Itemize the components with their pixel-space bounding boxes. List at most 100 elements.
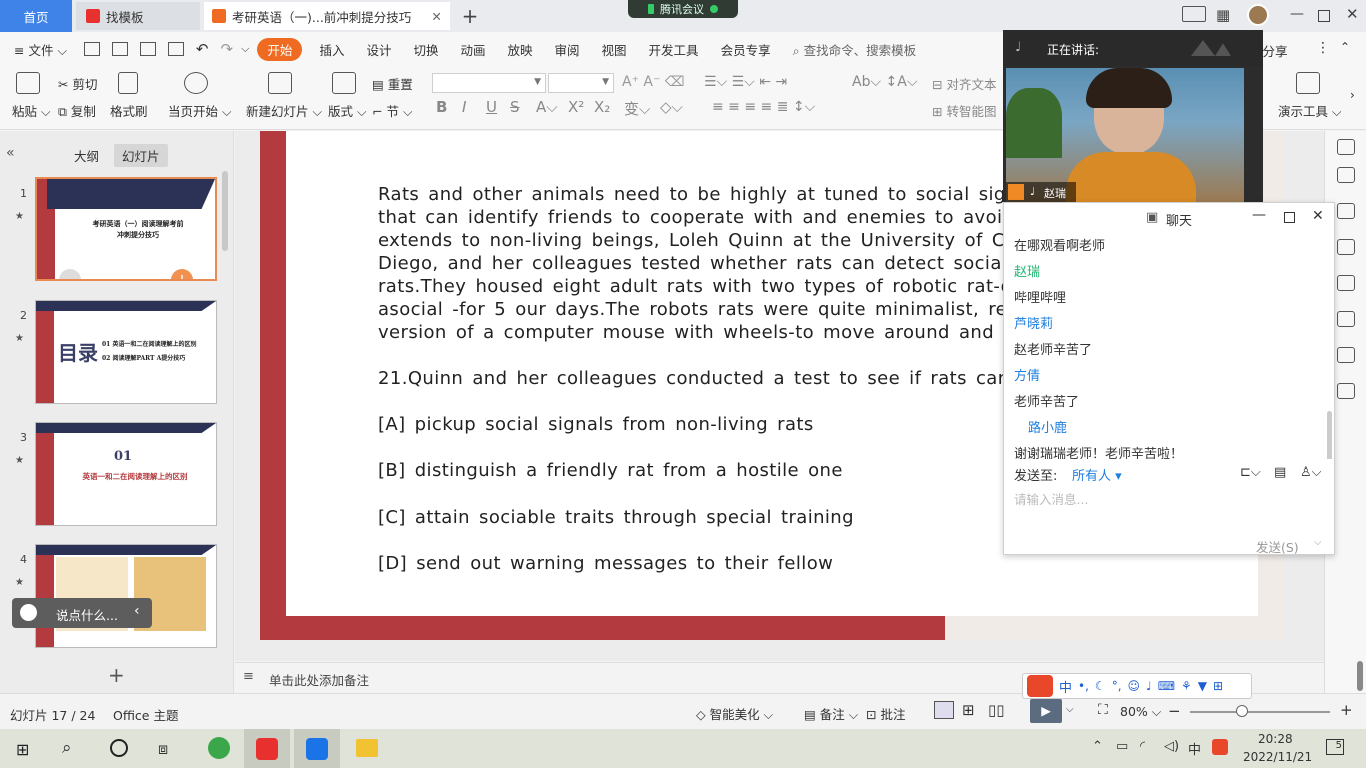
collapse-ribbon-icon[interactable]: ⌃ (1340, 40, 1350, 54)
notification-icon[interactable]: 5 (1326, 739, 1344, 755)
meeting-status-pill[interactable]: 腾讯会议 (628, 0, 738, 18)
tab-close-icon[interactable]: ✕ (431, 9, 441, 24)
cortana-icon[interactable] (110, 739, 128, 757)
speaker-video[interactable]: ♩ 赵瑞 (1006, 68, 1244, 202)
play-icon[interactable] (184, 72, 208, 94)
expand-icon[interactable] (1337, 139, 1355, 155)
chat-input[interactable]: 请输入消息... (1014, 489, 1088, 508)
chevron-down-icon[interactable]: ⌵ (1066, 704, 1074, 715)
text-direction-icon[interactable]: Ab⌵ ↕A⌵ (852, 74, 917, 90)
chat-scrollbar[interactable] (1327, 411, 1332, 459)
section-button[interactable]: ⌐ 节 ⌵ (372, 101, 412, 120)
menu-developer[interactable]: 开发工具 (638, 40, 710, 59)
redo-icon[interactable]: ↷ (221, 40, 234, 58)
slide-thumbnail[interactable] (35, 544, 217, 648)
superscript-icon[interactable]: X² (568, 98, 584, 116)
close-window-icon[interactable]: ✕ (1346, 5, 1359, 23)
announcement-icon[interactable]: ▤ (1274, 465, 1286, 480)
new-tab-button[interactable]: + (458, 2, 482, 30)
menu-review[interactable]: 审阅 (544, 40, 591, 59)
image-icon[interactable] (1337, 311, 1355, 327)
normal-view-icon[interactable] (934, 701, 954, 719)
format-painter-icon[interactable] (118, 72, 138, 94)
presentation-tools-icon[interactable] (1296, 72, 1320, 94)
font-family-dropdown[interactable]: ▼ (432, 73, 546, 93)
menu-insert[interactable]: 插入 (308, 40, 355, 59)
menu-slideshow[interactable]: 放映 (497, 40, 544, 59)
ime-chinese-mode[interactable]: 中 (1059, 677, 1072, 696)
new-slide-icon[interactable] (268, 72, 292, 94)
folder-icon[interactable]: ⊏⌵ (1240, 465, 1261, 480)
undo-icon[interactable]: ↶ (196, 40, 209, 58)
start-from-current-button[interactable]: 当页开始 ⌵ (168, 101, 231, 120)
smart-beautify-button[interactable]: ◇ 智能美化 ⌵ (696, 704, 773, 723)
font-size-dropdown[interactable]: ▼ (548, 73, 614, 93)
presentation-tools-button[interactable]: 演示工具 ⌵ (1278, 101, 1341, 120)
tab-document[interactable]: 考研英语（一)...前冲刺提分技巧 ✕ (204, 2, 450, 30)
send-to-dropdown[interactable]: 所有人 ▾ (1072, 465, 1122, 484)
ribbon-scroll-right-icon[interactable]: › (1350, 88, 1355, 102)
task-view-icon[interactable]: ⧈ (158, 739, 168, 759)
toolbox-icon[interactable]: ⚘ (1181, 679, 1192, 693)
tab-find-template[interactable]: 找模板 (76, 2, 200, 30)
collapse-panel-icon[interactable]: « (6, 145, 15, 161)
slide-sorter-icon[interactable]: ⊞ (962, 701, 975, 719)
network-icon[interactable]: ▭ (1116, 739, 1128, 754)
notes-toggle-button[interactable]: ▤ 备注 ⌵ (804, 704, 858, 723)
chevron-left-icon[interactable]: ‹ (134, 603, 140, 619)
align-left-icon[interactable]: ≡ ≡ ≡ ≡ ≣ ↕⌵ (712, 99, 815, 115)
send-button[interactable]: 发送(S) (1256, 537, 1299, 556)
reset-button[interactable]: ▤ 重置 (372, 74, 413, 93)
slide-thumbnail[interactable]: 01 英语一和二在阅读理解上的区别 (35, 422, 217, 526)
emoji-icon[interactable]: ☺ (1128, 679, 1141, 693)
keyboard-icon[interactable]: ⌨ (1158, 679, 1175, 693)
tab-outline[interactable]: 大纲 (74, 146, 99, 165)
tab-slides[interactable]: 幻灯片 (114, 144, 168, 167)
format-painter-button[interactable]: 格式刷 (110, 101, 148, 120)
avatar[interactable] (1247, 4, 1269, 26)
command-search[interactable]: ⌕ 查找命令、搜索模板 (782, 40, 928, 59)
zoom-in-icon[interactable]: + (1340, 701, 1353, 719)
book-icon[interactable] (1337, 383, 1355, 399)
search-icon[interactable]: ⌕ (62, 738, 72, 758)
menu-start[interactable]: 开始 (257, 37, 303, 61)
zoom-out-icon[interactable]: − (1168, 702, 1181, 720)
minimize-icon[interactable]: — (1252, 207, 1266, 223)
new-slide-button[interactable]: 新建幻灯片 ⌵ (246, 101, 322, 120)
taskbar-meeting-item[interactable] (294, 729, 340, 768)
sogou-tray-icon[interactable] (1212, 739, 1228, 755)
menu-animation[interactable]: 动画 (449, 40, 496, 59)
menu-design[interactable]: 设计 (355, 40, 402, 59)
clock-time[interactable]: 20:28 (1258, 732, 1293, 746)
vertical-scrollbar[interactable] (1357, 661, 1363, 691)
more-icon[interactable]: ⋮ (1316, 40, 1330, 56)
volume-icon[interactable]: ◁) (1164, 739, 1179, 754)
font-color-icon[interactable]: A⌵ (536, 98, 558, 116)
chat-messages[interactable]: 在哪观看啊老师 赵瑞 哔哩哔哩 芦晓莉 赵老师辛苦了 方倩 老师辛苦了 路小鹿 … (1004, 231, 1334, 459)
slide-thumbnail[interactable]: 考研英语（一）阅读理解考前 冲刺提分技巧 + (35, 177, 217, 281)
print-preview-icon[interactable] (167, 42, 184, 56)
fit-window-icon[interactable]: ⛶ (1098, 702, 1108, 718)
layout-button[interactable]: 版式 ⌵ (328, 101, 366, 120)
zoom-slider-track[interactable] (1190, 711, 1330, 713)
zoom-slider-handle[interactable] (1236, 705, 1248, 717)
underline-icon[interactable]: U (486, 98, 497, 116)
convert-smartart-button[interactable]: ⊞ 转智能图 (932, 101, 996, 120)
grid-icon[interactable]: ▦ (1216, 6, 1230, 24)
half-width-icon[interactable]: °, (1112, 679, 1122, 693)
cut-button[interactable]: ✂ 剪切 (58, 74, 97, 93)
microphone-icon[interactable]: ♩ (1146, 679, 1152, 693)
grow-font-icon[interactable]: A⁺ A⁻ ⌫ (622, 74, 685, 90)
browser-icon[interactable] (208, 737, 230, 759)
user-settings-icon[interactable]: ♙⌵ (1300, 465, 1322, 480)
menu-transition[interactable]: 切换 (402, 40, 449, 59)
moon-icon[interactable]: ☾ (1095, 679, 1106, 693)
tray-chevron-icon[interactable]: ⌃ (1092, 739, 1103, 754)
chevron-down-icon[interactable]: ⌵ (1314, 537, 1322, 548)
grid-menu-icon[interactable]: ⊞ (1213, 679, 1223, 693)
play-slideshow-icon[interactable]: ▶ (1030, 699, 1062, 723)
location-icon[interactable] (1337, 347, 1355, 363)
reading-view-icon[interactable]: ▯▯ (988, 701, 1005, 719)
skin-icon[interactable]: ▼ (1198, 679, 1207, 693)
save-icon[interactable] (83, 42, 100, 56)
